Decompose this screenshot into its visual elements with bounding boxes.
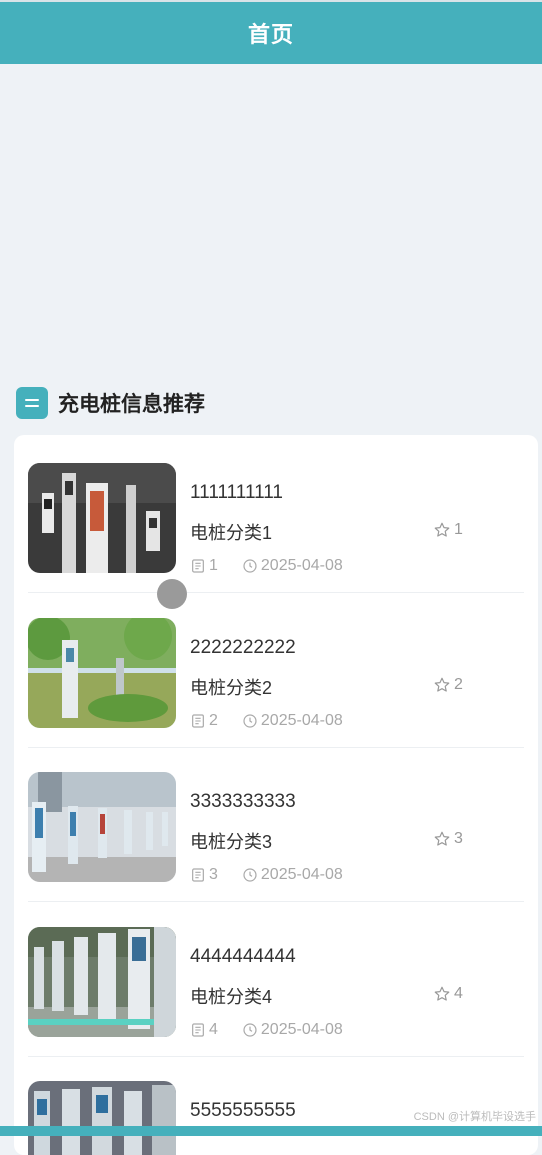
favorite-count-value: 3 xyxy=(454,830,463,847)
item-category: 电桩分类3 xyxy=(190,832,273,852)
charger-thumbnail[interactable] xyxy=(28,772,176,882)
clock-icon xyxy=(243,559,257,573)
favorite-count[interactable]: 1 xyxy=(433,521,463,539)
list-item[interactable]: 4444444444 电桩分类4 4 4 2025-04-08 xyxy=(28,913,524,1057)
charger-thumbnail[interactable] xyxy=(28,1081,176,1155)
favorite-count-value: 4 xyxy=(454,985,463,1002)
item-divider xyxy=(28,1056,524,1057)
comment-count: 1 xyxy=(190,557,218,575)
item-divider xyxy=(28,592,524,593)
comment-count: 3 xyxy=(190,866,218,884)
publish-date-value: 2025-04-08 xyxy=(260,866,343,883)
banner-area xyxy=(0,64,542,380)
comment-count-value: 4 xyxy=(209,1021,218,1038)
floating-drag-handle[interactable] xyxy=(157,579,187,609)
publish-date-value: 2025-04-08 xyxy=(260,557,343,574)
comment-count-value: 2 xyxy=(209,712,218,729)
item-meta: 1 2025-04-08 xyxy=(190,557,343,575)
star-icon xyxy=(434,677,450,692)
comment-count: 4 xyxy=(190,1021,218,1039)
watermark-text: CSDN @计算机毕设选手 xyxy=(413,1111,536,1123)
item-category: 电桩分类4 xyxy=(190,987,273,1007)
item-meta: 3 2025-04-08 xyxy=(190,866,343,884)
item-divider xyxy=(28,747,524,748)
clock-icon xyxy=(243,714,257,728)
item-name: 3333333333 xyxy=(190,791,296,812)
bottom-bar xyxy=(0,1126,542,1136)
charger-thumbnail[interactable] xyxy=(28,618,176,728)
publish-date: 2025-04-08 xyxy=(242,712,343,730)
top-navigation-bar: 首页 xyxy=(0,0,542,64)
publish-date: 2025-04-08 xyxy=(242,1021,343,1039)
item-divider xyxy=(28,901,524,902)
item-name: 1111111111 xyxy=(190,482,283,503)
publish-date: 2025-04-08 xyxy=(242,557,343,575)
comment-count-value: 3 xyxy=(209,866,218,883)
list-item[interactable]: 2222222222 电桩分类2 2 2 2025-04-08 xyxy=(28,604,524,748)
comment-count-value: 1 xyxy=(209,557,218,574)
list-item[interactable]: 3333333333 电桩分类3 3 3 2025-04-08 xyxy=(28,758,524,902)
favorite-count[interactable]: 2 xyxy=(433,676,463,694)
section-title: 充电桩信息推荐 xyxy=(58,393,205,416)
clock-icon xyxy=(243,868,257,882)
item-category: 电桩分类1 xyxy=(190,523,273,543)
charger-thumbnail[interactable] xyxy=(28,927,176,1037)
clock-icon xyxy=(243,1023,257,1037)
favorite-count[interactable]: 3 xyxy=(433,830,463,848)
comment-icon xyxy=(192,868,204,882)
item-name: 4444444444 xyxy=(190,946,296,967)
star-icon xyxy=(434,986,450,1001)
recommendation-list: 1111111111 电桩分类1 1 1 2025-04-08 22222222… xyxy=(14,435,538,1155)
item-name: 5555555555 xyxy=(190,1100,296,1121)
publish-date: 2025-04-08 xyxy=(242,866,343,884)
charger-thumbnail[interactable] xyxy=(28,463,176,573)
favorite-count-value: 2 xyxy=(454,676,463,693)
star-icon xyxy=(434,522,450,537)
star-icon xyxy=(434,831,450,846)
item-category: 电桩分类2 xyxy=(190,678,273,698)
page-title: 首页 xyxy=(247,22,294,47)
comment-count: 2 xyxy=(190,712,218,730)
comment-icon xyxy=(192,1023,204,1037)
list-item[interactable]: 1111111111 电桩分类1 1 1 2025-04-08 xyxy=(28,449,524,593)
comment-icon xyxy=(192,559,204,573)
publish-date-value: 2025-04-08 xyxy=(260,1021,343,1038)
favorite-count[interactable]: 4 xyxy=(433,985,463,1003)
item-meta: 4 2025-04-08 xyxy=(190,1021,343,1039)
list-icon xyxy=(16,387,48,419)
item-name: 2222222222 xyxy=(190,637,296,658)
comment-icon xyxy=(192,714,204,728)
item-meta: 2 2025-04-08 xyxy=(190,712,343,730)
section-header: 充电桩信息推荐 xyxy=(16,385,205,421)
publish-date-value: 2025-04-08 xyxy=(260,712,343,729)
favorite-count-value: 1 xyxy=(454,521,463,538)
